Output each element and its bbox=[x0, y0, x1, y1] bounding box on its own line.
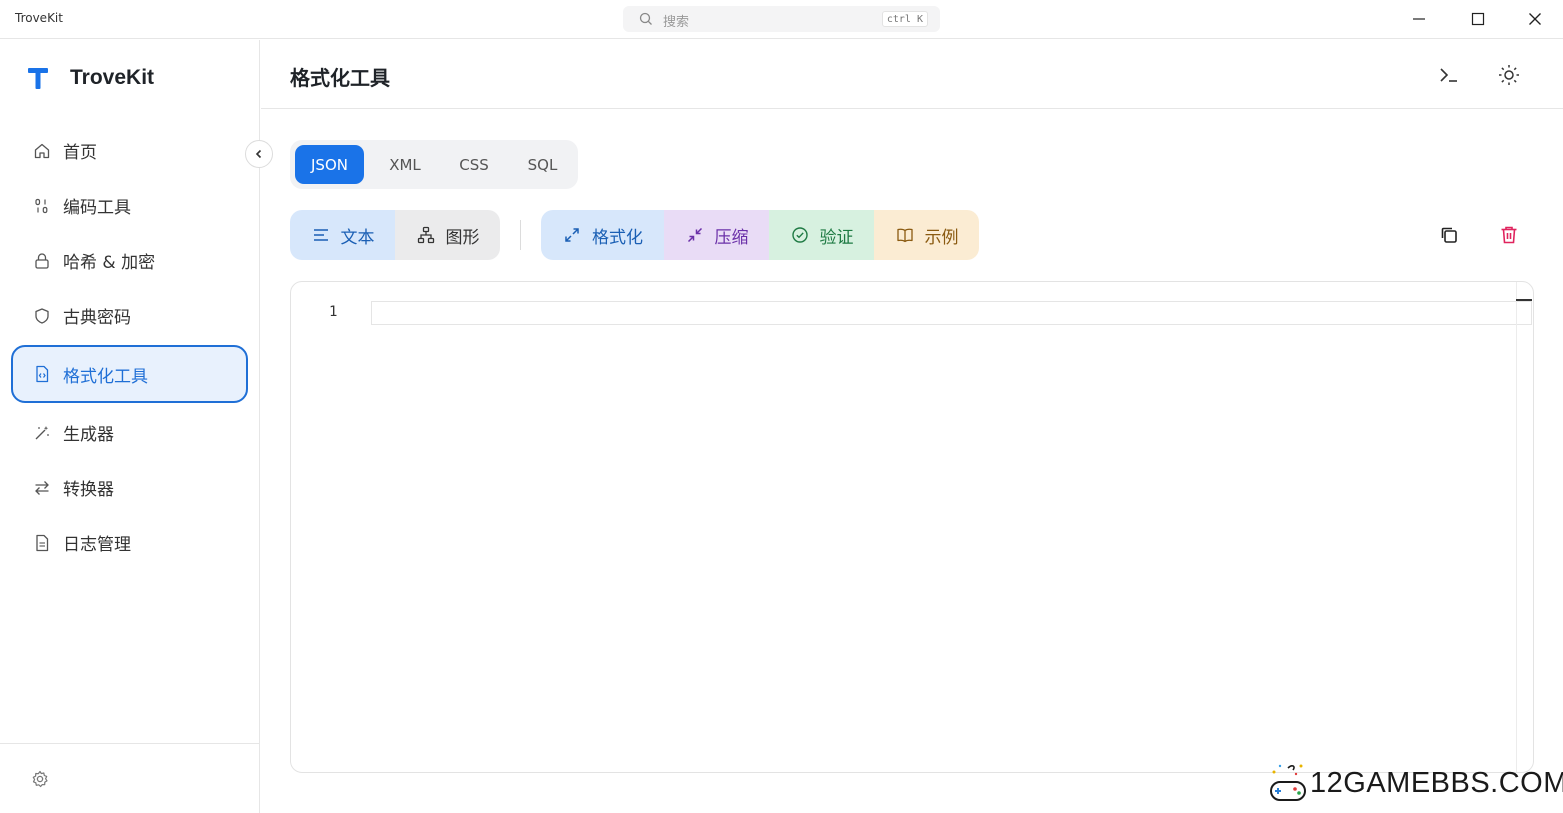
tab-sql[interactable]: SQL bbox=[512, 145, 573, 184]
compress-label: 压缩 bbox=[714, 227, 749, 248]
check-circle-icon bbox=[790, 225, 810, 245]
minimize-icon bbox=[1413, 18, 1425, 20]
code-editor[interactable]: 1 bbox=[290, 281, 1534, 773]
brand-name: TroveKit bbox=[70, 66, 155, 89]
hierarchy-icon bbox=[416, 225, 436, 245]
sidebar-nav: 首页 编码工具 哈希 & 加密 古典密码 格式化工具 生成器 转换器 日志管理 bbox=[11, 123, 248, 570]
sidebar-item-label: 古典密码 bbox=[63, 308, 131, 328]
view-text-button[interactable]: 文本 bbox=[290, 210, 395, 260]
sidebar-item-label: 格式化工具 bbox=[63, 366, 148, 387]
scrollbar-cursor-marker bbox=[1516, 299, 1532, 301]
open-book-icon bbox=[895, 225, 915, 245]
close-icon bbox=[1529, 13, 1541, 25]
example-button[interactable]: 示例 bbox=[874, 210, 979, 260]
magic-wand-icon bbox=[33, 424, 51, 442]
brand-logo: TroveKit bbox=[27, 65, 154, 91]
sidebar-item-log-management[interactable]: 日志管理 bbox=[11, 515, 248, 570]
sidebar-item-label: 编码工具 bbox=[63, 198, 131, 218]
format-button[interactable]: 格式化 bbox=[541, 210, 664, 260]
maximize-button[interactable] bbox=[1450, 0, 1506, 38]
current-line-highlight[interactable] bbox=[371, 301, 1532, 325]
collapse-sidebar-button[interactable] bbox=[245, 140, 273, 168]
terminal-button[interactable] bbox=[1434, 60, 1464, 90]
close-button[interactable] bbox=[1507, 0, 1563, 38]
search-icon bbox=[639, 12, 652, 25]
sidebar-item-generator[interactable]: 生成器 bbox=[11, 405, 248, 460]
gamepad-logo-icon bbox=[1270, 764, 1306, 801]
home-icon bbox=[33, 142, 51, 160]
editor-scrollbar[interactable] bbox=[1516, 282, 1517, 772]
sidebar-item-converter[interactable]: 转换器 bbox=[11, 460, 248, 515]
example-label: 示例 bbox=[924, 227, 959, 248]
page-title: 格式化工具 bbox=[290, 66, 390, 90]
chevron-left-icon bbox=[255, 149, 262, 159]
sidebar-item-label: 首页 bbox=[63, 143, 97, 163]
compress-button[interactable]: 压缩 bbox=[664, 210, 769, 260]
sidebar: TroveKit 首页 编码工具 哈希 & 加密 古典密码 格式化工具 生成器 bbox=[0, 40, 260, 813]
sidebar-footer-divider bbox=[0, 743, 259, 744]
watermark-text: 12GAMEBBS.COM bbox=[1310, 766, 1563, 799]
search-input[interactable]: 搜索 ctrl K bbox=[623, 6, 940, 32]
format-label: 格式化 bbox=[592, 227, 643, 248]
copy-icon bbox=[1441, 227, 1457, 243]
expand-arrows-icon bbox=[562, 225, 582, 245]
minimize-button[interactable] bbox=[1391, 0, 1447, 38]
title-bar: TroveKit 搜索 ctrl K bbox=[0, 0, 1563, 39]
lock-icon bbox=[33, 252, 51, 270]
file-code-icon bbox=[33, 365, 51, 383]
view-text-label: 文本 bbox=[340, 227, 375, 248]
tab-json[interactable]: JSON bbox=[295, 145, 364, 184]
view-graph-label: 图形 bbox=[445, 227, 480, 248]
sidebar-item-home[interactable]: 首页 bbox=[11, 123, 248, 178]
sidebar-item-label: 哈希 & 加密 bbox=[63, 253, 156, 273]
line-number: 1 bbox=[329, 304, 338, 320]
toolbar-divider bbox=[520, 220, 521, 250]
maximize-icon bbox=[1471, 12, 1485, 26]
sun-icon bbox=[1499, 65, 1519, 85]
collapse-arrows-icon bbox=[685, 225, 705, 245]
document-icon bbox=[33, 534, 51, 552]
validate-label: 验证 bbox=[819, 227, 854, 248]
validate-button[interactable]: 验证 bbox=[769, 210, 874, 260]
sidebar-item-classic-cipher[interactable]: 古典密码 bbox=[11, 288, 248, 343]
sidebar-item-label: 生成器 bbox=[63, 425, 114, 445]
terminal-icon bbox=[1440, 68, 1457, 82]
sidebar-item-formatter[interactable]: 格式化工具 bbox=[11, 345, 248, 403]
swap-arrows-icon bbox=[33, 479, 51, 497]
sidebar-item-label: 日志管理 bbox=[63, 535, 131, 555]
view-mode-toggle: 文本 图形 bbox=[290, 210, 500, 260]
delete-button[interactable] bbox=[1496, 222, 1522, 248]
sidebar-item-label: 转换器 bbox=[63, 480, 114, 500]
shield-icon bbox=[33, 307, 51, 325]
header-divider bbox=[261, 108, 1563, 109]
sidebar-item-encoding[interactable]: 编码工具 bbox=[11, 178, 248, 233]
window-title: TroveKit bbox=[15, 11, 63, 25]
theme-toggle-button[interactable] bbox=[1494, 60, 1524, 90]
tab-css[interactable]: CSS bbox=[445, 145, 503, 184]
action-toolbar: 格式化 压缩 验证 示例 bbox=[541, 210, 979, 260]
binary-icon bbox=[33, 197, 51, 215]
search-placeholder: 搜索 bbox=[663, 15, 690, 30]
copy-button[interactable] bbox=[1436, 222, 1462, 248]
watermark: 12GAMEBBS.COM bbox=[1266, 760, 1563, 806]
sidebar-item-hash-crypto[interactable]: 哈希 & 加密 bbox=[11, 233, 248, 288]
settings-gear-icon[interactable] bbox=[30, 769, 50, 789]
align-left-icon bbox=[311, 225, 331, 245]
format-tabs: JSON XML CSS SQL bbox=[290, 140, 578, 189]
search-shortcut-badge: ctrl K bbox=[881, 11, 928, 27]
tab-xml[interactable]: XML bbox=[372, 145, 438, 184]
view-graph-button[interactable]: 图形 bbox=[395, 210, 500, 260]
trash-icon bbox=[1501, 226, 1517, 244]
trovekit-logo-icon bbox=[28, 68, 48, 89]
